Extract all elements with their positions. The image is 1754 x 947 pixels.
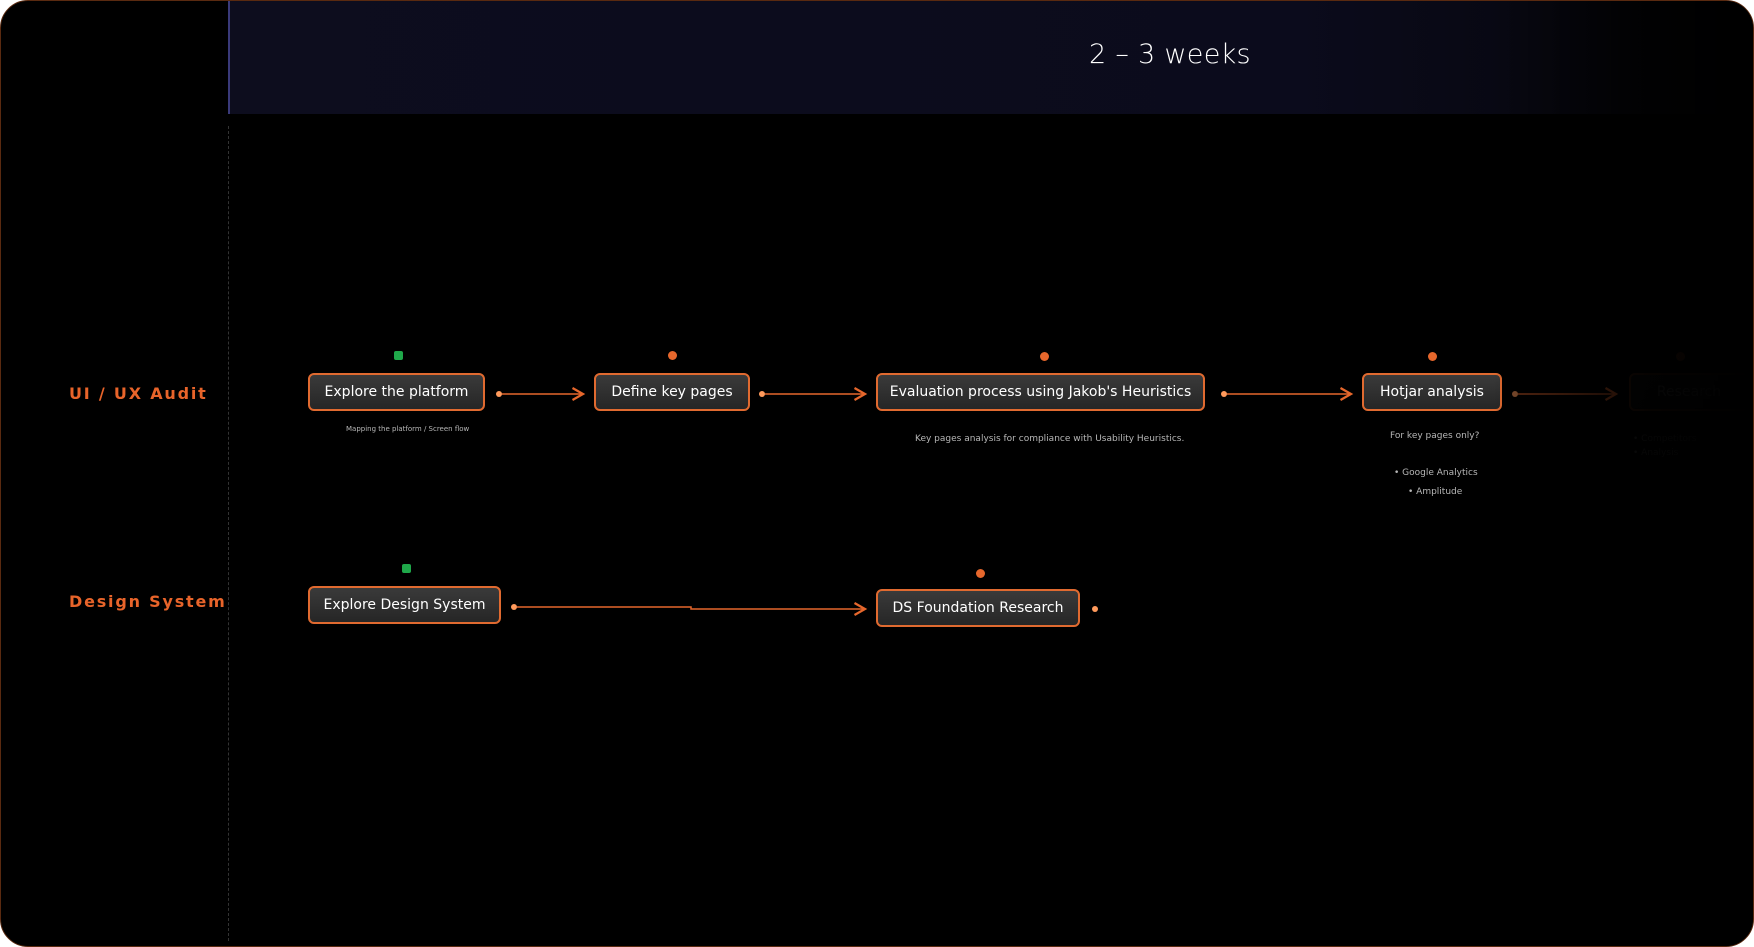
connector-define-to-evaluation (759, 387, 868, 401)
node-evaluation-process[interactable]: Evaluation process using Jakob's Heurist… (876, 373, 1205, 411)
connector-foundation-continue (1092, 606, 1701, 612)
node-explore-design-system[interactable]: Explore Design System (308, 586, 501, 624)
connector-explore-to-define (496, 387, 586, 401)
lane-label-design-system: Design System (69, 592, 227, 611)
note-hotjar-item: • Google Analytics (1394, 468, 1478, 478)
note-hotjar-item: • Amplitude (1408, 487, 1463, 497)
status-pending-icon (1040, 352, 1049, 361)
header-divider (228, 1, 230, 114)
right-edge-fade (1493, 1, 1753, 946)
connector-explore-ds-to-foundation (511, 602, 868, 616)
node-define-key-pages[interactable]: Define key pages (594, 373, 750, 411)
diagram-canvas: 2 – 3 weeks UI / UX Audit Design System (0, 0, 1754, 947)
note-hotjar-question: For key pages only? (1390, 431, 1480, 441)
status-pending-icon (668, 351, 677, 360)
status-done-icon (402, 564, 411, 573)
status-done-icon (394, 351, 403, 360)
connector-hotjar-to-research (1512, 387, 1619, 401)
lane-label-ux-audit: UI / UX Audit (69, 384, 208, 403)
status-pending-icon (1676, 352, 1685, 361)
note-research-item: • Analysis (1633, 448, 1679, 458)
connector-evaluation-to-hotjar (1221, 387, 1354, 401)
node-ds-foundation-research[interactable]: DS Foundation Research (876, 589, 1080, 627)
status-pending-icon (976, 569, 985, 578)
note-explore-platform: Mapping the platform / Screen flow (346, 425, 470, 433)
node-explore-platform[interactable]: Explore the platform (308, 373, 485, 411)
node-hotjar-analysis[interactable]: Hotjar analysis (1362, 373, 1502, 411)
status-pending-icon (1428, 352, 1437, 361)
duration-label: 2 – 3 weeks (1089, 39, 1251, 70)
note-evaluation-process: Key pages analysis for compliance with U… (915, 434, 1185, 444)
timeline-header (228, 1, 1753, 114)
node-research[interactable]: Research (1629, 373, 1749, 411)
lane-divider (228, 126, 229, 941)
note-research-item: • Competitors (1633, 434, 1697, 444)
connectors (496, 387, 1701, 616)
